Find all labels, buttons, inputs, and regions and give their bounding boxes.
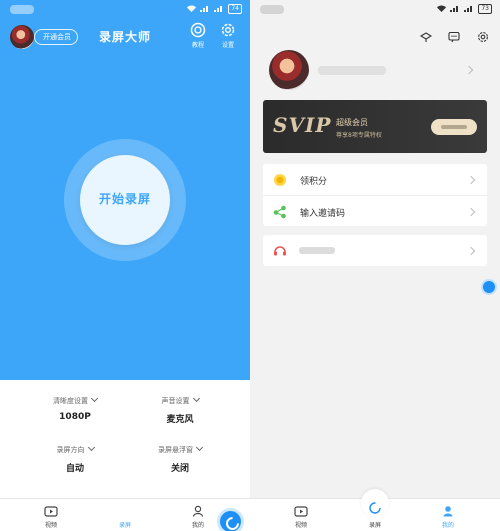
wifi-icon	[187, 4, 197, 14]
tab-video[interactable]: 视频	[281, 506, 321, 529]
signal-icon-2	[214, 5, 224, 14]
chevron-down-icon	[90, 394, 99, 403]
chevron-down-icon	[87, 443, 95, 452]
audio-setting[interactable]: 声音设置 麦克风	[130, 394, 230, 425]
floating-window-setting[interactable]: 录屏悬浮窗 关闭	[130, 443, 230, 474]
record-icon	[369, 502, 381, 514]
list-item-points[interactable]: 领积分	[263, 164, 487, 195]
list-item-label: 领积分	[300, 177, 328, 187]
share-icon	[273, 205, 286, 219]
status-time	[260, 5, 284, 14]
status-bar: 73	[250, 0, 500, 20]
svip-banner[interactable]: SVIP 超级会员 尊享8项专属特权	[263, 100, 487, 153]
video-icon	[44, 506, 58, 517]
settings-button[interactable]: 设置	[215, 22, 241, 49]
status-bar: 74	[0, 0, 250, 20]
message-icon[interactable]	[448, 31, 460, 43]
support-card	[263, 235, 487, 266]
settings-label: 设置	[221, 42, 234, 49]
floating-record-ball[interactable]	[481, 279, 497, 295]
coin-icon	[274, 174, 286, 186]
gift-icon[interactable]	[420, 31, 432, 43]
list-item-invite-code[interactable]: 输入邀请码	[263, 195, 487, 226]
record-screen: 74 开通会员 录屏大师 教程 设置 开始录屏 清晰度设置 1080P 声音设置…	[0, 0, 250, 531]
chevron-down-icon	[192, 394, 200, 403]
status-time	[10, 5, 34, 14]
svip-button-blurred-text	[441, 125, 467, 129]
tutorial-icon	[190, 22, 206, 38]
tab-profile-label: 我的	[441, 522, 454, 529]
bottom-tab-bar: 视频 录屏 我的	[0, 498, 250, 531]
support-label-blurred	[299, 247, 335, 254]
tutorial-label: 教程	[191, 42, 204, 49]
record-icon	[217, 508, 244, 531]
battery-level: 74	[228, 4, 242, 14]
orientation-label: 录屏方向	[56, 446, 85, 454]
chevron-right-icon	[464, 65, 474, 75]
svip-open-button[interactable]	[431, 119, 477, 135]
audio-label: 声音设置	[161, 397, 190, 405]
svip-subtitle: 尊享8项专属特权	[336, 132, 382, 139]
resolution-setting[interactable]: 清晰度设置 1080P	[25, 394, 125, 422]
username-blurred	[318, 66, 386, 75]
wifi-icon	[437, 4, 447, 14]
tab-record-label: 录屏	[368, 522, 381, 529]
audio-value: 麦克风	[166, 415, 194, 425]
svip-title: 超级会员	[336, 118, 368, 127]
battery-level: 73	[478, 4, 492, 14]
chevron-right-icon	[466, 175, 476, 185]
menu-card: 领积分 输入邀请码	[263, 164, 487, 226]
orientation-value: 自动	[65, 464, 84, 474]
status-icons: 74	[187, 4, 242, 14]
headset-icon	[274, 246, 286, 256]
tab-profile[interactable]: 我的	[178, 505, 218, 529]
tutorial-button[interactable]: 教程	[185, 22, 211, 49]
signal-icon	[200, 5, 210, 14]
app-title: 录屏大师	[98, 30, 151, 44]
tab-record-label: 录屏	[118, 522, 131, 529]
tab-profile-label: 我的	[191, 522, 204, 529]
floating-window-label: 录屏悬浮窗	[158, 446, 193, 454]
tab-record[interactable]: 录屏	[105, 508, 244, 531]
list-item-label: 输入邀请码	[300, 209, 346, 219]
record-settings-panel: 清晰度设置 1080P 声音设置 麦克风 录屏方向 自动 录屏悬浮窗 关闭	[0, 380, 250, 498]
bottom-tab-bar: 视频 录屏 我的	[250, 489, 500, 531]
avatar	[269, 50, 309, 90]
profile-row[interactable]	[262, 48, 488, 92]
orientation-setting[interactable]: 录屏方向 自动	[25, 443, 125, 474]
chevron-right-icon	[466, 207, 476, 217]
video-icon	[294, 506, 308, 517]
start-record-label: 开始录屏	[98, 192, 151, 206]
svip-logo: SVIP	[273, 113, 332, 137]
floating-window-value: 关闭	[170, 464, 189, 474]
status-icons: 73	[437, 4, 492, 14]
signal-icon	[450, 5, 460, 14]
tab-record[interactable]: 录屏	[355, 489, 395, 529]
tab-video-label: 视频	[44, 522, 57, 529]
tab-video[interactable]: 视频	[31, 506, 71, 529]
gear-icon	[221, 23, 235, 37]
tab-profile[interactable]: 我的	[428, 505, 468, 529]
profile-icon	[192, 505, 204, 517]
resolution-label: 清晰度设置	[53, 397, 88, 405]
list-item-support[interactable]	[263, 235, 487, 266]
resolution-value: 1080P	[59, 412, 91, 422]
profile-icon	[443, 506, 453, 517]
signal-icon-2	[464, 5, 474, 14]
chevron-down-icon	[195, 443, 204, 452]
tab-video-label: 视频	[294, 522, 307, 529]
gear-icon[interactable]	[477, 31, 489, 43]
chevron-right-icon	[466, 246, 476, 256]
